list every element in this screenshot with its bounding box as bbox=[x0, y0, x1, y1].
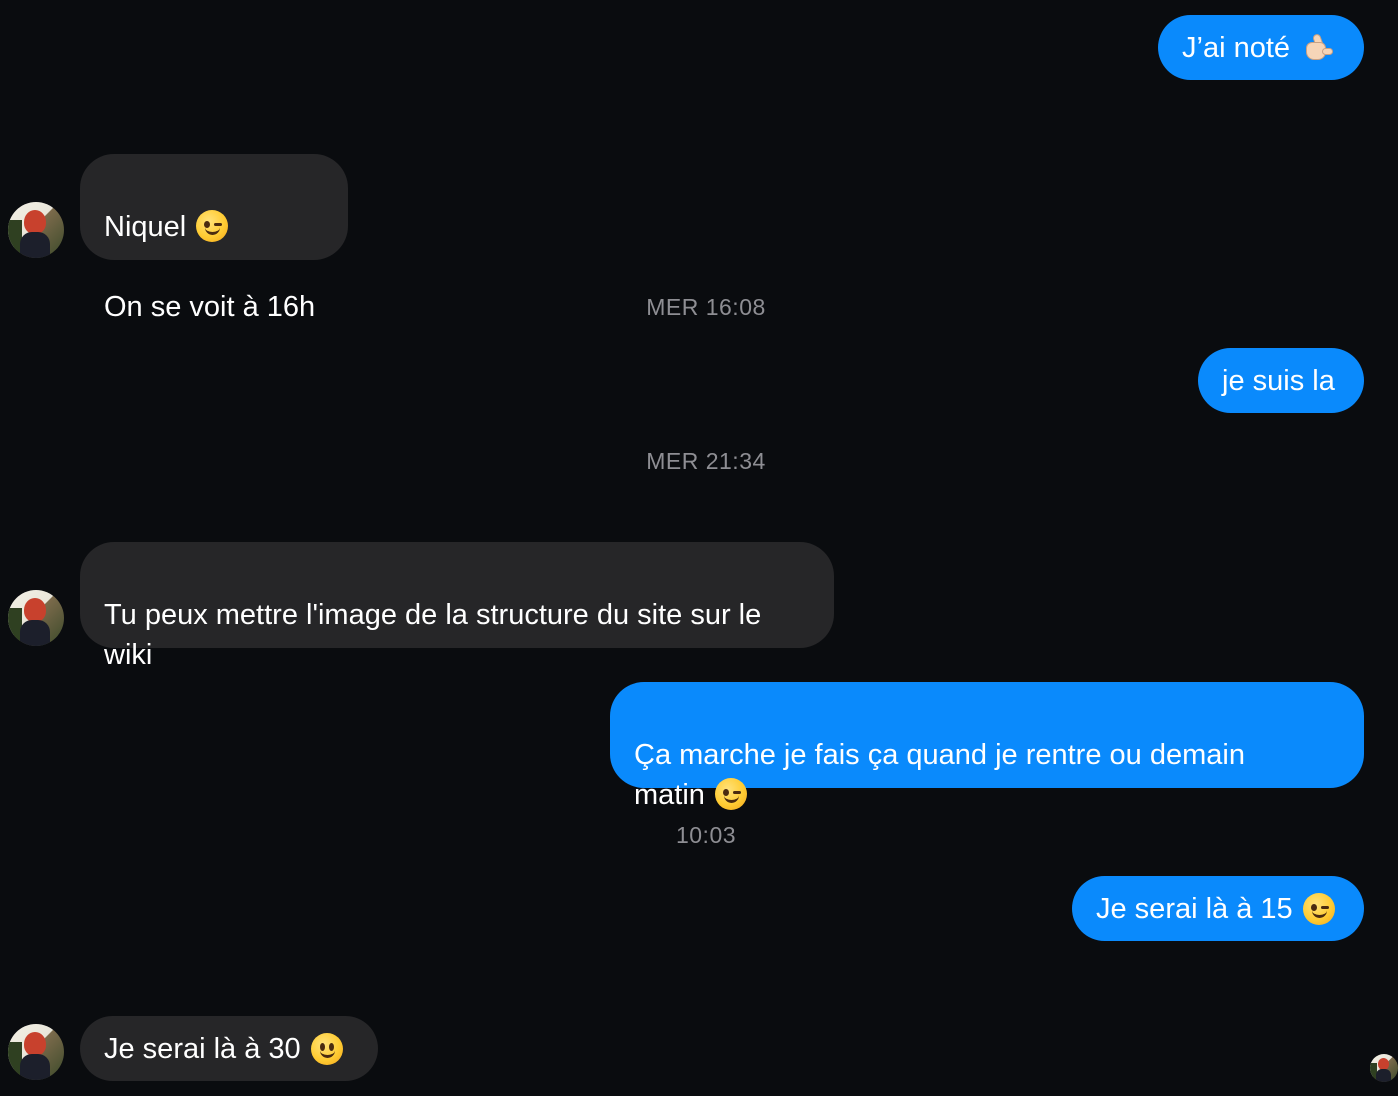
outgoing-message[interactable]: je suis la bbox=[1198, 348, 1364, 413]
call-me-hand-icon bbox=[1300, 32, 1334, 64]
timestamp: 10:03 bbox=[675, 822, 737, 848]
winking-face-icon bbox=[714, 778, 747, 810]
message-text: Je serai là à 15 bbox=[1096, 892, 1293, 925]
message-text: Tu peux mettre l'image de la structure d… bbox=[104, 599, 762, 671]
outgoing-message[interactable]: Je serai là à 15 bbox=[1072, 876, 1364, 941]
message-text: J’ai noté bbox=[1182, 31, 1291, 64]
incoming-message[interactable]: Niquel On se voit à 16h bbox=[80, 154, 348, 323]
outgoing-message[interactable]: J’ai noté bbox=[1158, 15, 1364, 80]
message-thread: J’ai noté Niquel On se voit à 16h MER 16… bbox=[0, 0, 1398, 1096]
contact-avatar[interactable] bbox=[8, 202, 64, 258]
message-text: Niquel bbox=[104, 211, 187, 243]
winking-face-icon bbox=[1302, 892, 1335, 925]
contact-avatar[interactable] bbox=[8, 590, 64, 646]
incoming-message[interactable]: Je serai là à 30 bbox=[80, 1016, 378, 1081]
message-text: Je serai là à 30 bbox=[104, 1032, 301, 1065]
slightly-smiling-face-icon bbox=[310, 1032, 343, 1065]
timestamp: MER 16:08 bbox=[646, 294, 766, 320]
contact-avatar[interactable] bbox=[8, 1024, 64, 1080]
message-text: je suis la bbox=[1222, 364, 1335, 397]
incoming-message[interactable]: Tu peux mettre l'image de la structure d… bbox=[80, 542, 834, 671]
timestamp: MER 21:34 bbox=[646, 448, 766, 474]
outgoing-message[interactable]: Ça marche je fais ça quand je rentre ou … bbox=[610, 682, 1364, 811]
winking-face-icon bbox=[196, 210, 229, 242]
read-receipt-avatar bbox=[1370, 1054, 1398, 1082]
